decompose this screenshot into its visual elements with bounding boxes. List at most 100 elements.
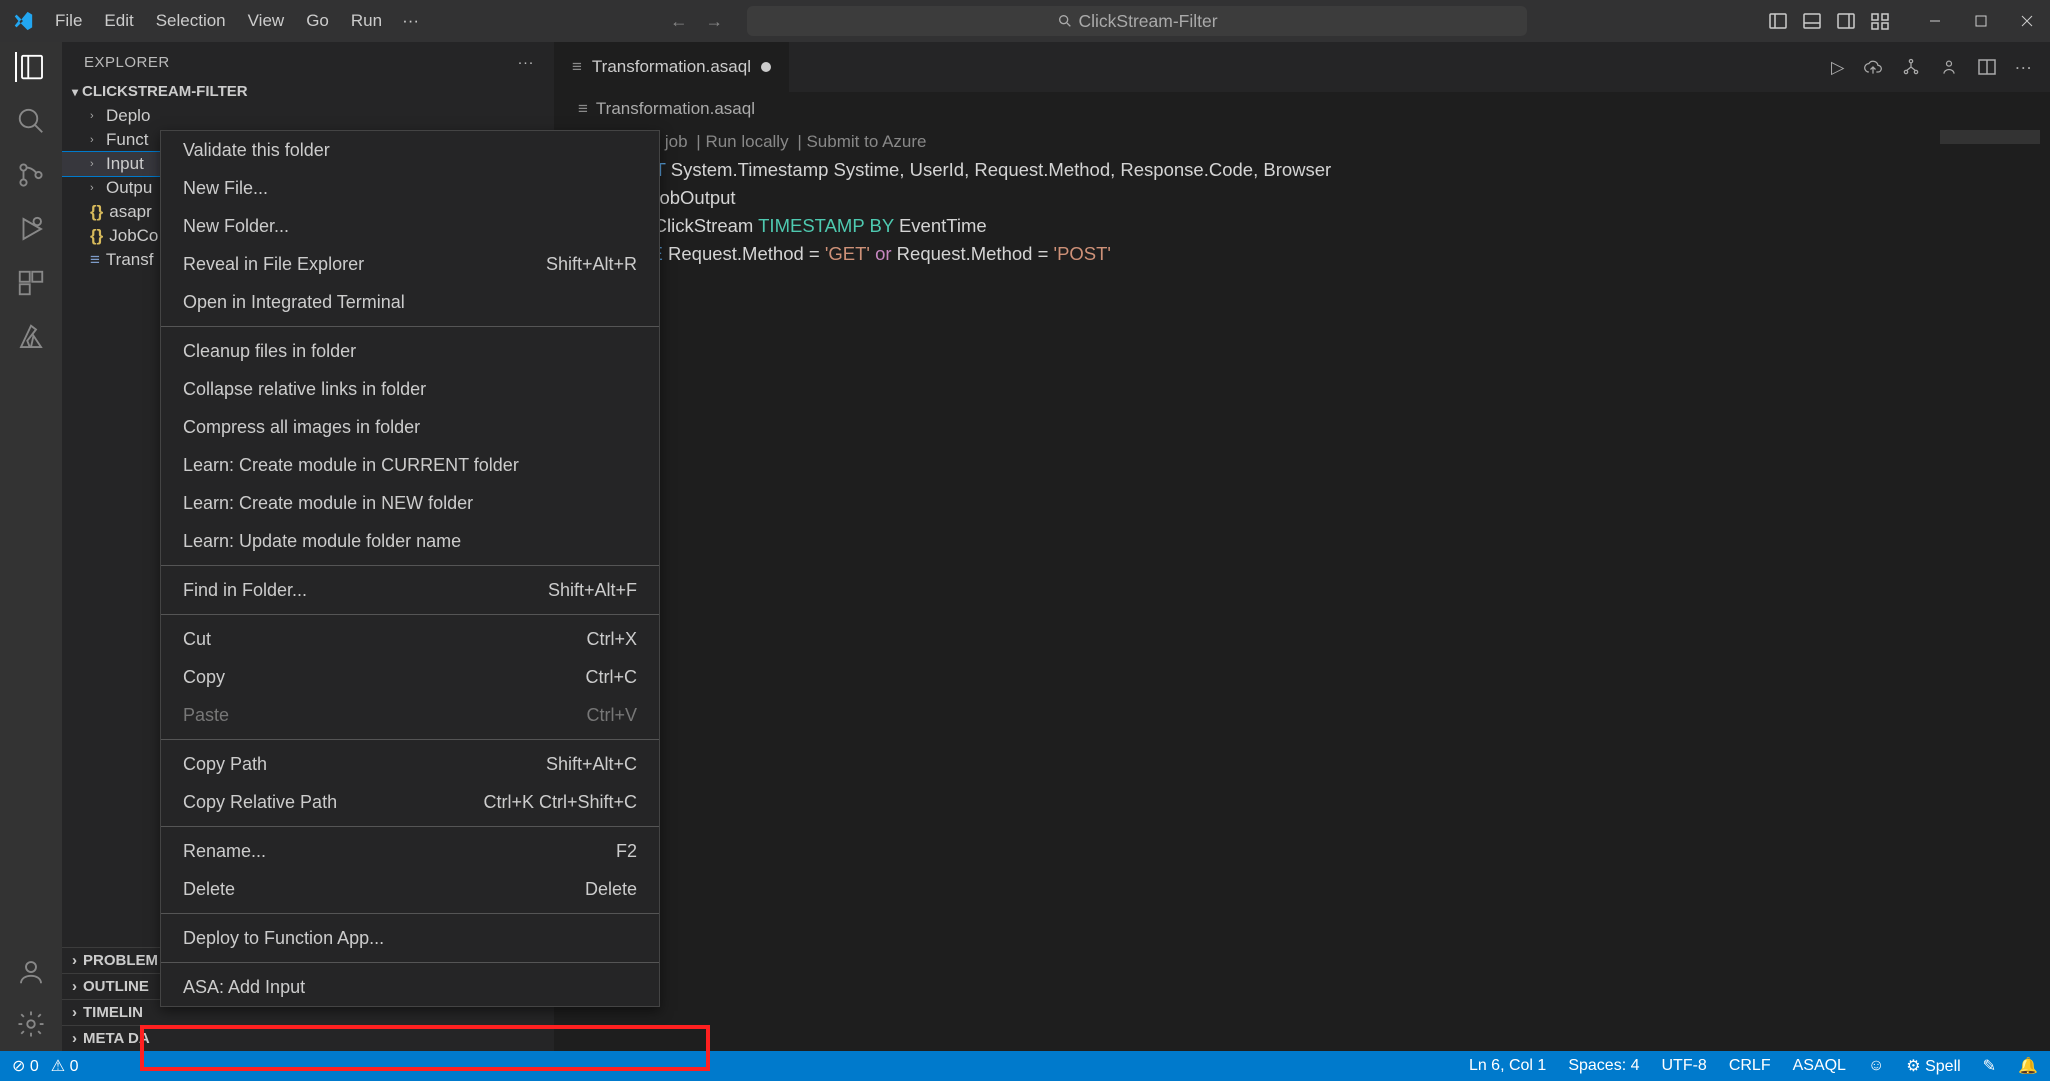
menu-run[interactable]: Run — [341, 5, 392, 37]
tree-item-label: Deplo — [106, 106, 150, 126]
run-icon[interactable]: ▷ — [1831, 57, 1844, 78]
ctx-learn-create-module-in-current-folder[interactable]: Learn: Create module in CURRENT folder — [161, 446, 659, 484]
ctx-new-file-[interactable]: New File... — [161, 169, 659, 207]
ctx-copy[interactable]: Copy Ctrl+C — [161, 658, 659, 696]
menu-selection[interactable]: Selection — [146, 5, 236, 37]
window-close-icon[interactable] — [2004, 1, 2050, 41]
layout-controls — [1768, 11, 1890, 31]
menu-go[interactable]: Go — [296, 5, 339, 37]
project-root[interactable]: ▾ CLICKSTREAM-FILTER — [62, 79, 554, 104]
accounts-icon[interactable] — [16, 957, 46, 987]
code-lens-action[interactable]: Submit to Azure — [806, 132, 926, 151]
ctx-collapse-relative-links-in-folder[interactable]: Collapse relative links in folder — [161, 370, 659, 408]
toggle-panel-icon[interactable] — [1802, 11, 1822, 31]
ctx-delete[interactable]: DeleteDelete — [161, 870, 659, 908]
ctx-compress-all-images-in-folder[interactable]: Compress all images in folder — [161, 408, 659, 446]
chevron-right-icon: › — [72, 1030, 77, 1047]
menu-file[interactable]: File — [45, 5, 92, 37]
ctx-new-folder-[interactable]: New Folder... — [161, 207, 659, 245]
diagram-icon[interactable] — [1901, 57, 1921, 77]
search-text: ClickStream-Filter — [1079, 11, 1218, 32]
ctx-reveal-in-file-explorer[interactable]: Reveal in File ExplorerShift+Alt+R — [161, 245, 659, 283]
eol-status[interactable]: CRLF — [1729, 1057, 1771, 1075]
ctx-shortcut: Shift+Alt+R — [546, 250, 637, 278]
nav-arrows: ← → — [670, 11, 723, 32]
ctx-label: Validate this folder — [183, 136, 330, 164]
tree-item-label: Funct — [106, 130, 149, 150]
code-lens-action[interactable]: Run locally — [705, 132, 788, 151]
settings-gear-icon[interactable] — [16, 1009, 46, 1039]
ctx-validate-this-folder[interactable]: Validate this folder — [161, 131, 659, 169]
ctx-label: Find in Folder... — [183, 576, 307, 604]
tab-transformation[interactable]: ≡ Transformation.asaql — [554, 42, 790, 92]
editor-actions: ▷ ··· — [1831, 42, 2050, 92]
warnings-icon[interactable]: ⚠ 0 — [51, 1056, 79, 1076]
ctx-copy-relative-path[interactable]: Copy Relative Path Ctrl+K Ctrl+Shift+C — [161, 783, 659, 821]
activity-bar — [0, 42, 62, 1051]
ctx-cut[interactable]: CutCtrl+X — [161, 620, 659, 658]
window-maximize-icon[interactable] — [1958, 1, 2004, 41]
chevron-right-icon: › — [90, 182, 100, 194]
editor-more-icon[interactable]: ··· — [2015, 57, 2032, 78]
ctx-label: Copy — [183, 663, 225, 691]
split-editor-icon[interactable] — [1977, 57, 1997, 77]
run-debug-icon[interactable] — [16, 214, 46, 244]
ctx-asa-add-input[interactable]: ASA: Add Input — [161, 968, 659, 1006]
command-center-search[interactable]: ClickStream-Filter — [747, 6, 1527, 36]
ctx-shortcut: Shift+Alt+C — [546, 750, 637, 778]
toggle-secondary-sidebar-icon[interactable] — [1836, 11, 1856, 31]
tree-item-label: Transf — [106, 250, 154, 270]
tree-item-label: Input — [106, 154, 144, 174]
person-icon[interactable] — [1939, 57, 1959, 77]
cursor-position[interactable]: Ln 6, Col 1 — [1469, 1057, 1546, 1075]
errors-icon[interactable]: ⊘ 0 — [12, 1056, 39, 1076]
ctx-rename-[interactable]: Rename...F2 — [161, 832, 659, 870]
ctx-find-in-folder-[interactable]: Find in Folder...Shift+Alt+F — [161, 571, 659, 609]
explorer-more-icon[interactable]: ··· — [518, 54, 535, 71]
customize-layout-icon[interactable] — [1870, 11, 1890, 31]
azure-icon[interactable] — [16, 322, 46, 352]
indent-status[interactable]: Spaces: 4 — [1568, 1057, 1639, 1075]
ctx-label: Collapse relative links in folder — [183, 375, 426, 403]
ctx-label: Copy Relative Path — [183, 788, 337, 816]
explorer-icon[interactable] — [15, 52, 47, 82]
copilot-icon[interactable]: ☺ — [1868, 1057, 1884, 1075]
ctx-cleanup-files-in-folder[interactable]: Cleanup files in folder — [161, 332, 659, 370]
spell-status[interactable]: ⚙ Spell — [1906, 1056, 1960, 1076]
ctx-label: Cut — [183, 625, 211, 653]
ctx-deploy-to-function-app-[interactable]: Deploy to Function App... — [161, 919, 659, 957]
ctx-label: Cleanup files in folder — [183, 337, 356, 365]
window-minimize-icon[interactable] — [1912, 1, 1958, 41]
breadcrumb[interactable]: ≡ Transformation.asaql — [554, 92, 2050, 126]
cloud-upload-icon[interactable] — [1863, 57, 1883, 77]
menu-overflow-icon[interactable]: ··· — [392, 5, 429, 37]
code-editor[interactable]: SELECT System.Timestamp Systime, UserId,… — [554, 152, 2050, 268]
code-line: SELECT System.Timestamp Systime, UserId,… — [594, 156, 2050, 184]
panel-meta-da[interactable]: › META DA — [62, 1025, 554, 1051]
menu-view[interactable]: View — [238, 5, 295, 37]
tree-item-label: JobCo — [109, 226, 158, 246]
ctx-learn-create-module-in-new-folder[interactable]: Learn: Create module in NEW folder — [161, 484, 659, 522]
feedback-icon[interactable]: ✎ — [1983, 1056, 1996, 1076]
encoding-status[interactable]: UTF-8 — [1661, 1057, 1706, 1075]
ctx-shortcut: Ctrl+V — [586, 701, 637, 729]
nav-forward-icon[interactable]: → — [706, 11, 724, 32]
tree-item[interactable]: › Deplo — [62, 104, 554, 128]
ctx-shortcut: Ctrl+C — [585, 663, 637, 691]
extensions-icon[interactable] — [16, 268, 46, 298]
minimap[interactable] — [1940, 130, 2040, 144]
chevron-right-icon: › — [90, 110, 100, 122]
bell-icon[interactable]: 🔔 — [2018, 1056, 2038, 1076]
nav-back-icon[interactable]: ← — [670, 11, 688, 32]
ctx-copy-path[interactable]: Copy PathShift+Alt+C — [161, 745, 659, 783]
tree-item-label: Outpu — [106, 178, 152, 198]
chevron-right-icon: › — [72, 978, 77, 995]
ctx-learn-update-module-folder-name[interactable]: Learn: Update module folder name — [161, 522, 659, 560]
ctx-shortcut: Ctrl+K Ctrl+Shift+C — [483, 788, 637, 816]
source-control-icon[interactable] — [16, 160, 46, 190]
menu-edit[interactable]: Edit — [94, 5, 143, 37]
ctx-open-in-integrated-terminal[interactable]: Open in Integrated Terminal — [161, 283, 659, 321]
search-activity-icon[interactable] — [16, 106, 46, 136]
language-mode[interactable]: ASAQL — [1793, 1057, 1846, 1075]
toggle-primary-sidebar-icon[interactable] — [1768, 11, 1788, 31]
